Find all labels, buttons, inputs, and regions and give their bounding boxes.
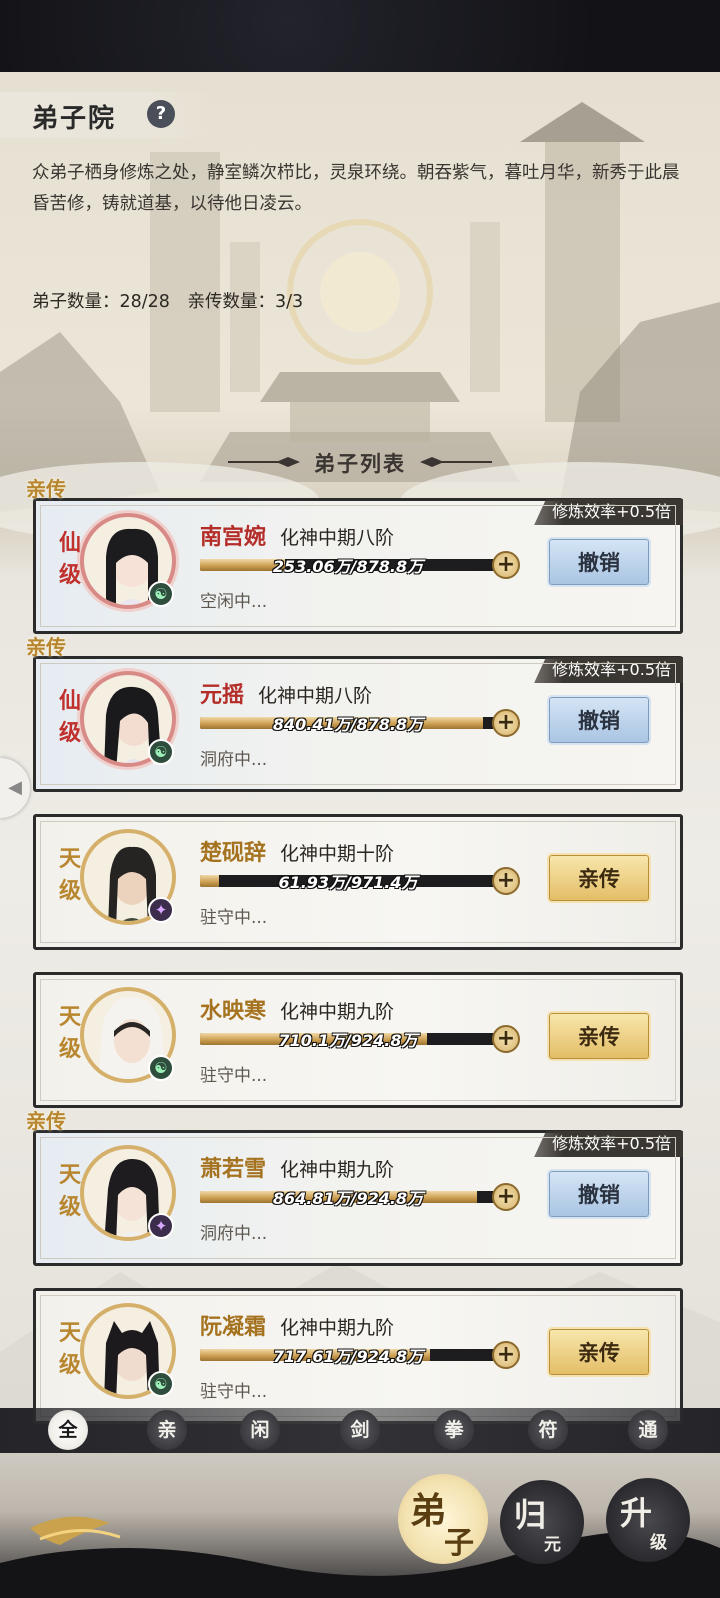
revoke-core-button[interactable]: 撤销 xyxy=(547,695,651,745)
plus-icon[interactable]: + xyxy=(492,1341,520,1369)
disciple-realm: 化神中期八阶 xyxy=(280,527,395,549)
disciple-realm: 化神中期八阶 xyxy=(258,685,373,707)
make-core-button[interactable]: 亲传 xyxy=(547,1327,651,1377)
disciple-realm: 化神中期九阶 xyxy=(280,1001,395,1023)
make-core-button[interactable]: 亲传 xyxy=(547,853,651,903)
help-icon[interactable]: ? xyxy=(147,100,175,128)
disciple-rank: 天级 xyxy=(58,846,81,904)
nav-guiyuan-char-2: 元 xyxy=(544,1535,561,1555)
disciple-realm: 化神中期九阶 xyxy=(280,1317,395,1339)
disciple-status: 洞府中... xyxy=(200,1224,268,1244)
element-icon: ☯ xyxy=(148,581,174,607)
hall-description: 众弟子栖身修炼之处，静室鳞次栉比，灵泉环绕。朝吞紫气，暮吐月华，新秀于此晨昏苦修… xyxy=(32,163,680,214)
training-bonus-badge: 修炼效率+0.5倍 xyxy=(534,499,683,525)
disciple-rank: 天级 xyxy=(58,1320,81,1378)
disciple-count: 弟子数量：28/28 xyxy=(32,292,170,312)
disciple-name: 南宫婉 xyxy=(200,524,267,550)
element-icon: ☯ xyxy=(148,1055,174,1081)
disciple-card[interactable]: 亲传 修炼效率+0.5倍 仙级 ☯ 南宫婉 化神中期八阶 253.06万/878… xyxy=(26,477,683,634)
disciple-list-title: 弟子列表 xyxy=(314,451,406,476)
disciple-name: 水映寒 xyxy=(200,998,267,1024)
disciple-realm: 化神中期九阶 xyxy=(280,1159,395,1181)
nav-guiyuan-button[interactable]: 归 元 xyxy=(500,1480,584,1564)
nav-upgrade-char-1: 升 xyxy=(620,1494,653,1532)
nav-disciple-char-2: 子 xyxy=(444,1526,474,1561)
training-bonus-badge: 修炼效率+0.5倍 xyxy=(534,1131,683,1157)
page-title: 弟子院 xyxy=(32,104,117,134)
disciple-name: 阮凝霜 xyxy=(200,1314,267,1340)
disciple-card[interactable]: 天级 ✦ 楚砚辞 化神中期十阶 61.93万/971.4万 + 驻守中... 亲… xyxy=(33,814,683,950)
training-bonus-badge: 修炼效率+0.5倍 xyxy=(534,657,683,683)
nav-disciple-char-1: 弟 xyxy=(410,1490,447,1532)
filter-idle[interactable]: 闲 xyxy=(240,1410,280,1450)
nav-guiyuan-char-1: 归 xyxy=(514,1496,547,1534)
disciple-status: 驻守中... xyxy=(200,1382,268,1402)
exp-progress-text: 253.06万/878.8万 xyxy=(272,557,424,576)
disciple-name: 萧若雪 xyxy=(200,1156,267,1182)
revoke-core-button[interactable]: 撤销 xyxy=(547,1169,651,1219)
plus-icon[interactable]: + xyxy=(492,867,520,895)
element-icon: ✦ xyxy=(148,897,174,923)
disciple-rank: 天级 xyxy=(58,1162,81,1220)
revoke-core-button[interactable]: 撤销 xyxy=(547,537,651,587)
nav-upgrade-char-2: 级 xyxy=(650,1533,667,1553)
filter-all[interactable]: 全 xyxy=(48,1410,88,1450)
make-core-button[interactable]: 亲传 xyxy=(547,1011,651,1061)
disciple-status: 空闲中... xyxy=(200,592,268,612)
nav-upgrade-button[interactable]: 升 级 xyxy=(606,1478,690,1562)
exp-progress-text: 840.41万/878.8万 xyxy=(272,715,424,734)
disciple-realm: 化神中期十阶 xyxy=(280,843,395,865)
core-disciple-tag: 亲传 xyxy=(26,1109,66,1133)
disciple-card[interactable]: 亲传 修炼效率+0.5倍 仙级 ☯ 元摇 化神中期八阶 840.41万/878.… xyxy=(26,635,683,792)
core-disciple-count: 亲传数量：3/3 xyxy=(187,292,304,312)
plus-icon[interactable]: + xyxy=(492,1025,520,1053)
exp-progress-text: 710.1万/924.8万 xyxy=(278,1031,418,1050)
disciple-name: 元摇 xyxy=(200,682,245,708)
count-row: 弟子数量：28/28 亲传数量：3/3 xyxy=(32,288,315,313)
disciple-status: 驻守中... xyxy=(200,1066,268,1086)
disciple-card[interactable]: 天级 ☯ 水映寒 化神中期九阶 710.1万/924.8万 + 驻守中... 亲… xyxy=(33,972,683,1108)
filter-general[interactable]: 通 xyxy=(628,1410,668,1450)
core-disciple-tag: 亲传 xyxy=(26,635,66,659)
top-status-bar xyxy=(0,0,720,72)
element-icon: ☯ xyxy=(148,739,174,765)
disciple-card[interactable]: 亲传 修炼效率+0.5倍 天级 ✦ 萧若雪 化神中期九阶 864.81万/924… xyxy=(26,1109,683,1266)
disciple-status: 洞府中... xyxy=(200,750,268,770)
filter-fist[interactable]: 拳 xyxy=(434,1410,474,1450)
element-icon: ☯ xyxy=(148,1371,174,1397)
filter-sword[interactable]: 剑 xyxy=(340,1410,380,1450)
disciple-card[interactable]: 天级 ☯ 阮凝霜 化神中期九阶 717.61万/924.8万 + 驻守中... … xyxy=(33,1288,683,1424)
filter-core[interactable]: 亲 xyxy=(147,1410,187,1450)
title-ornament-right xyxy=(420,457,492,467)
disciple-rank: 天级 xyxy=(58,1004,81,1062)
disciple-rank: 仙级 xyxy=(58,530,81,588)
plus-icon[interactable]: + xyxy=(492,551,520,579)
nav-disciple-button[interactable]: 弟 子 xyxy=(398,1474,488,1564)
plus-icon[interactable]: + xyxy=(492,1183,520,1211)
disciple-name: 楚砚辞 xyxy=(200,840,267,866)
plus-icon[interactable]: + xyxy=(492,709,520,737)
exp-progress-text: 864.81万/924.8万 xyxy=(272,1189,424,1208)
disciple-status: 驻守中... xyxy=(200,908,268,928)
exp-progress-text: 61.93万/971.4万 xyxy=(278,873,418,892)
core-disciple-tag: 亲传 xyxy=(26,477,66,501)
element-icon: ✦ xyxy=(148,1213,174,1239)
disciple-rank: 仙级 xyxy=(58,688,81,746)
exp-progress-text: 717.61万/924.8万 xyxy=(272,1347,424,1366)
filter-talisman[interactable]: 符 xyxy=(528,1410,568,1450)
